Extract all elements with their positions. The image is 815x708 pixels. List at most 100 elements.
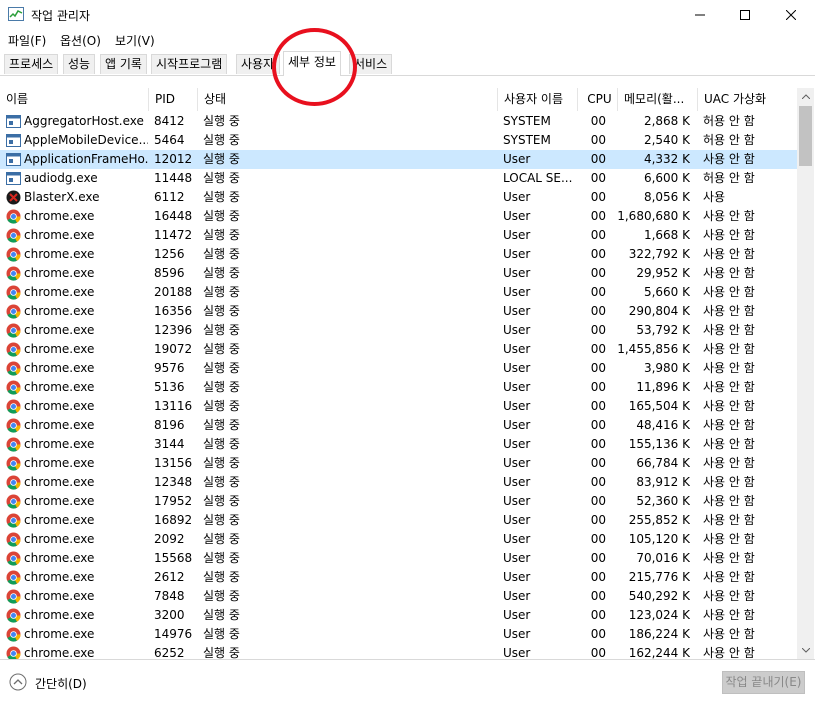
table-row[interactable]: chrome.exe 9576 실행 중 User 00 3,980 K 사용 안 함 (0, 359, 797, 378)
table-row[interactable]: chrome.exe 8196 실행 중 User 00 48,416 K 사용 안 함 (0, 416, 797, 435)
process-uac: 사용 안 함 (703, 551, 755, 565)
process-pid: 1256 (154, 247, 185, 261)
process-memory: 155,136 K (628, 437, 690, 451)
process-uac: 사용 안 함 (703, 570, 755, 584)
column-pid[interactable]: PID (148, 88, 197, 111)
chevron-up-icon (801, 94, 810, 99)
process-memory: 255,852 K (628, 513, 690, 527)
process-name: chrome.exe (24, 247, 95, 261)
process-cpu: 00 (590, 285, 606, 299)
table-row[interactable]: chrome.exe 8596 실행 중 User 00 29,952 K 사용 안 함 (0, 264, 797, 283)
process-user: User (503, 247, 531, 261)
process-uac: 사용 안 함 (703, 380, 755, 394)
process-status: 실행 중 (203, 475, 240, 489)
table-row[interactable]: audiodg.exe 11448 실행 중 LOCAL SE... 00 6,600 K… (0, 169, 797, 188)
chrome-icon (6, 209, 21, 224)
column-user-name[interactable]: 사용자 이름 (497, 88, 577, 111)
table-row[interactable]: chrome.exe 7848 실행 중 User 00 540,292 K 사용 안 함 (0, 587, 797, 606)
table-row[interactable]: chrome.exe 13156 실행 중 User 00 66,784 K 사용 안 함 (0, 454, 797, 473)
table-row[interactable]: chrome.exe 19072 실행 중 User 00 1,455,856 K 사용 안… (0, 340, 797, 359)
table-row[interactable]: chrome.exe 1256 실행 중 User 00 322,792 K 사용 안 함 (0, 245, 797, 264)
chrome-icon (6, 266, 21, 281)
table-row[interactable]: chrome.exe 11472 실행 중 User 00 1,668 K 사용 안 함 (0, 226, 797, 245)
process-memory: 52,360 K (636, 494, 690, 508)
process-status: 실행 중 (203, 589, 240, 603)
tab-users[interactable]: 사용자 (236, 54, 280, 74)
menu-options[interactable]: 옵션(O) (60, 32, 101, 49)
chrome-icon (6, 399, 21, 414)
table-row[interactable]: chrome.exe 12396 실행 중 User 00 53,792 K 사용 안 함 (0, 321, 797, 340)
table-row[interactable]: chrome.exe 20188 실행 중 User 00 5,660 K 사용 안 함 (0, 283, 797, 302)
window-icon (6, 115, 21, 128)
window-icon (6, 172, 21, 185)
table-row[interactable]: chrome.exe 14976 실행 중 User 00 186,224 K 사용 안 함 (0, 625, 797, 644)
process-user: SYSTEM (503, 133, 551, 147)
scroll-thumb[interactable] (799, 106, 812, 166)
minimize-button[interactable] (677, 0, 723, 30)
process-memory: 540,292 K (628, 589, 690, 603)
chrome-icon (6, 513, 21, 528)
column-cpu[interactable]: CPU (577, 88, 617, 111)
process-status: 실행 중 (203, 570, 240, 584)
table-row[interactable]: chrome.exe 2092 실행 중 User 00 105,120 K 사용 안 함 (0, 530, 797, 549)
tab-services[interactable]: 서비스 (349, 54, 393, 74)
process-pid: 8412 (154, 114, 185, 128)
process-user: User (503, 513, 531, 527)
process-cpu: 00 (590, 342, 606, 356)
column-status[interactable]: 상태 (197, 88, 497, 111)
process-user: User (503, 361, 531, 375)
table-row[interactable]: chrome.exe 15568 실행 중 User 00 70,016 K 사용 안 함 (0, 549, 797, 568)
table-row[interactable]: chrome.exe 16892 실행 중 User 00 255,852 K 사용 안 함 (0, 511, 797, 530)
process-list: AggregatorHost.exe 8412 실행 중 SYSTEM 00 2,868 … (0, 112, 797, 659)
tab-startup[interactable]: 시작프로그램 (151, 54, 228, 74)
process-user: User (503, 551, 531, 565)
table-row[interactable]: chrome.exe 16356 실행 중 User 00 290,804 K 사용 안 함 (0, 302, 797, 321)
vertical-scrollbar[interactable] (797, 88, 814, 659)
tab-details[interactable]: 세부 정보 (283, 51, 341, 76)
table-row[interactable]: AppleMobileDevice... 5464 실행 중 SYSTEM 00 2,54… (0, 131, 797, 150)
table-row[interactable]: chrome.exe 13116 실행 중 User 00 165,504 K 사용 안 함 (0, 397, 797, 416)
tab-performance[interactable]: 성능 (63, 54, 96, 74)
table-row[interactable]: chrome.exe 6252 실행 중 User 00 162,244 K 사용 안 함 (0, 644, 797, 659)
column-name[interactable]: 이름 (0, 88, 148, 111)
tab-app-history[interactable]: 앱 기록 (100, 54, 147, 74)
table-row[interactable]: chrome.exe 3144 실행 중 User 00 155,136 K 사용 안 함 (0, 435, 797, 454)
process-memory: 8,056 K (643, 190, 690, 204)
table-row[interactable]: chrome.exe 12348 실행 중 User 00 83,912 K 사용 안 함 (0, 473, 797, 492)
maximize-button[interactable] (722, 0, 768, 30)
process-status: 실행 중 (203, 209, 240, 223)
table-row[interactable]: chrome.exe 3200 실행 중 User 00 123,024 K 사용 안 함 (0, 606, 797, 625)
table-row[interactable]: chrome.exe 5136 실행 중 User 00 11,896 K 사용 안 함 (0, 378, 797, 397)
process-pid: 6112 (154, 190, 185, 204)
end-task-button[interactable]: 작업 끝내기(E) (722, 671, 805, 694)
column-uac[interactable]: UAC 가상화 (697, 88, 797, 111)
column-memory[interactable]: 메모리(활... (617, 88, 697, 111)
process-pid: 13156 (154, 456, 193, 470)
process-cpu: 00 (590, 399, 606, 413)
process-uac: 사용 안 함 (703, 304, 755, 318)
fewer-details-button[interactable]: 간단히(D) (35, 675, 87, 692)
process-uac: 사용 안 함 (703, 209, 755, 223)
scroll-down-button[interactable] (797, 642, 814, 659)
chrome-icon (6, 608, 21, 623)
process-pid: 5136 (154, 380, 185, 394)
process-user: User (503, 494, 531, 508)
table-row[interactable]: BlasterX.exe 6112 실행 중 User 00 8,056 K 사용 (0, 188, 797, 207)
chrome-icon (6, 228, 21, 243)
table-row[interactable]: chrome.exe 17952 실행 중 User 00 52,360 K 사용 안 함 (0, 492, 797, 511)
fewer-details-icon[interactable] (9, 673, 27, 691)
table-row[interactable]: ApplicationFrameHo... 12012 실행 중 User 00 4,33… (0, 150, 797, 169)
menu-view[interactable]: 보기(V) (115, 32, 155, 49)
table-row[interactable]: chrome.exe 16448 실행 중 User 00 1,680,680 K 사용 안… (0, 207, 797, 226)
process-user: SYSTEM (503, 114, 551, 128)
menu-file[interactable]: 파일(F) (8, 32, 46, 49)
process-user: User (503, 342, 531, 356)
scroll-up-button[interactable] (797, 88, 814, 105)
process-status: 실행 중 (203, 551, 240, 565)
chrome-icon (6, 437, 21, 452)
process-name: AggregatorHost.exe (24, 114, 144, 128)
close-button[interactable] (768, 0, 814, 30)
table-row[interactable]: AggregatorHost.exe 8412 실행 중 SYSTEM 00 2,868 … (0, 112, 797, 131)
table-row[interactable]: chrome.exe 2612 실행 중 User 00 215,776 K 사용 안 함 (0, 568, 797, 587)
tab-processes[interactable]: 프로세스 (4, 54, 59, 74)
